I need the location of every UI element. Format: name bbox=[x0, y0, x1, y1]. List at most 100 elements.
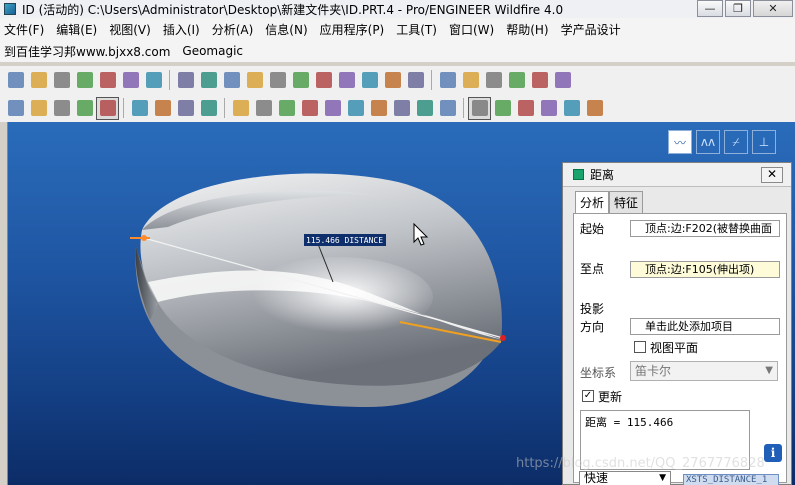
feature-name-field[interactable]: XSTS_DISTANCE_1 bbox=[683, 474, 779, 485]
globe-icon-glyph bbox=[324, 100, 341, 116]
print-icon[interactable] bbox=[73, 69, 96, 92]
close-window-icon[interactable] bbox=[142, 69, 165, 92]
tab-feature[interactable]: 特征 bbox=[609, 191, 644, 213]
ruler-icon[interactable]: 〰 bbox=[668, 130, 692, 154]
maximize-button[interactable]: ❐ bbox=[725, 0, 751, 17]
menu-geomagic[interactable]: Geomagic bbox=[178, 44, 251, 58]
render-icon[interactable] bbox=[537, 97, 560, 120]
csys-select[interactable]: 笛卡尔 ▼ bbox=[630, 361, 778, 381]
bulb-icon[interactable] bbox=[298, 97, 321, 120]
minimize-button[interactable]: — bbox=[697, 0, 723, 17]
sketch-icon[interactable] bbox=[128, 97, 151, 120]
menu-tools[interactable]: 工具(T) bbox=[392, 21, 445, 38]
datum-display-icon-glyph bbox=[7, 100, 24, 116]
open-icon[interactable] bbox=[27, 69, 50, 92]
close-button[interactable]: ✕ bbox=[753, 0, 793, 17]
view-plane-checkbox[interactable] bbox=[634, 341, 646, 353]
new-icon[interactable] bbox=[4, 69, 27, 92]
rename-icon[interactable] bbox=[482, 69, 505, 92]
send2-icon[interactable] bbox=[119, 69, 142, 92]
box-icon[interactable] bbox=[583, 97, 606, 120]
measure-icon[interactable] bbox=[468, 96, 491, 120]
measure-icon-glyph bbox=[471, 100, 488, 116]
projection-label-2: 方向 bbox=[580, 320, 605, 334]
redo-icon[interactable] bbox=[220, 69, 243, 92]
csys-icon[interactable] bbox=[197, 97, 220, 120]
axis-icon[interactable] bbox=[151, 97, 174, 120]
select-box-icon-glyph bbox=[384, 72, 401, 88]
select-dropdown-icon[interactable] bbox=[404, 69, 427, 92]
analysis2-icon[interactable] bbox=[252, 97, 275, 120]
copy-icon[interactable] bbox=[266, 69, 289, 92]
menu-info[interactable]: 信息(N) bbox=[261, 21, 315, 38]
person-icon[interactable] bbox=[413, 97, 436, 120]
analysis-window-icon[interactable] bbox=[491, 97, 514, 120]
cut-edge-icon[interactable]: ⌿ bbox=[724, 130, 748, 154]
color-icon-glyph bbox=[554, 72, 571, 88]
app-icon bbox=[4, 3, 16, 15]
menu-view[interactable]: 视图(V) bbox=[105, 21, 159, 38]
to-field[interactable]: 顶点:边:F105(伸出项) bbox=[630, 261, 780, 278]
no-hidden-icon-glyph bbox=[76, 100, 93, 116]
menu-window[interactable]: 窗口(W) bbox=[445, 21, 502, 38]
globe-icon[interactable] bbox=[321, 97, 344, 120]
menu-help[interactable]: 帮助(H) bbox=[502, 21, 556, 38]
menu-bjxx8[interactable]: 到百佳学习邦www.bjxx8.com bbox=[0, 43, 178, 60]
menu-analysis[interactable]: 分析(A) bbox=[208, 21, 262, 38]
menu-file[interactable]: 文件(F) bbox=[0, 21, 52, 38]
info-icon[interactable]: i bbox=[764, 444, 782, 462]
select-box-icon[interactable] bbox=[381, 69, 404, 92]
layer-icon[interactable] bbox=[436, 69, 459, 92]
appearance-icon[interactable] bbox=[528, 69, 551, 92]
save-view-icon-glyph bbox=[393, 100, 410, 116]
hide-icon[interactable]: ⊥ bbox=[752, 130, 776, 154]
model-tree-edge[interactable] bbox=[0, 122, 8, 485]
view-manager-icon[interactable] bbox=[459, 69, 482, 92]
point-icon[interactable] bbox=[174, 97, 197, 120]
from-field[interactable]: 顶点:边:F202(被替换曲面 bbox=[630, 220, 780, 237]
color-icon[interactable] bbox=[551, 69, 574, 92]
render-icon-glyph bbox=[540, 100, 557, 116]
layers2-icon-glyph bbox=[508, 72, 525, 88]
shaded-icon[interactable] bbox=[96, 96, 119, 120]
analysis3-icon[interactable] bbox=[275, 97, 298, 120]
find-icon-glyph bbox=[361, 72, 378, 88]
teapot2-icon[interactable] bbox=[367, 97, 390, 120]
mode-select[interactable]: 快速 ▼ bbox=[579, 471, 671, 485]
tab-analysis[interactable]: 分析 bbox=[575, 191, 610, 214]
appearance-icon-glyph bbox=[531, 72, 548, 88]
tool-icon[interactable] bbox=[436, 97, 459, 120]
datum-display-icon[interactable] bbox=[4, 97, 27, 120]
analysis1-icon[interactable] bbox=[229, 97, 252, 120]
triangle-icon[interactable] bbox=[560, 97, 583, 120]
no-hidden-icon[interactable] bbox=[73, 97, 96, 120]
save-view-icon[interactable] bbox=[390, 97, 413, 120]
palette-icon[interactable] bbox=[514, 97, 537, 120]
save-icon[interactable] bbox=[50, 69, 73, 92]
find-icon[interactable] bbox=[358, 69, 381, 92]
tube-icon[interactable]: ᴧᴧ bbox=[696, 130, 720, 154]
result-text: 距离 = 115.466 bbox=[585, 416, 674, 429]
shade-icon[interactable] bbox=[27, 97, 50, 120]
update-checkbox[interactable]: ✓ bbox=[582, 390, 594, 402]
menu-applications[interactable]: 应用程序(P) bbox=[316, 21, 393, 38]
dialog-close-button[interactable]: ✕ bbox=[761, 167, 783, 183]
undo-icon[interactable] bbox=[197, 69, 220, 92]
layers2-icon[interactable] bbox=[505, 69, 528, 92]
projection-field[interactable]: 单击此处添加项目 bbox=[630, 318, 780, 335]
redo-icon-glyph bbox=[223, 72, 240, 88]
menu-edit[interactable]: 编辑(E) bbox=[52, 21, 105, 38]
swap-icon[interactable] bbox=[335, 69, 358, 92]
toolbar-separator bbox=[169, 70, 170, 90]
menu-insert[interactable]: 插入(I) bbox=[159, 21, 208, 38]
menu-product-design[interactable]: 学产品设计 bbox=[557, 21, 629, 38]
teapot-icon[interactable] bbox=[344, 97, 367, 120]
view-toolbar bbox=[0, 94, 795, 122]
paste-icon[interactable] bbox=[289, 69, 312, 92]
cut-icon[interactable] bbox=[243, 69, 266, 92]
chevron-down-icon: ▼ bbox=[659, 473, 666, 483]
send-icon[interactable] bbox=[96, 69, 119, 92]
hidden-line-icon[interactable] bbox=[50, 97, 73, 120]
paste-special-icon[interactable] bbox=[312, 69, 335, 92]
regen-icon[interactable] bbox=[174, 69, 197, 92]
